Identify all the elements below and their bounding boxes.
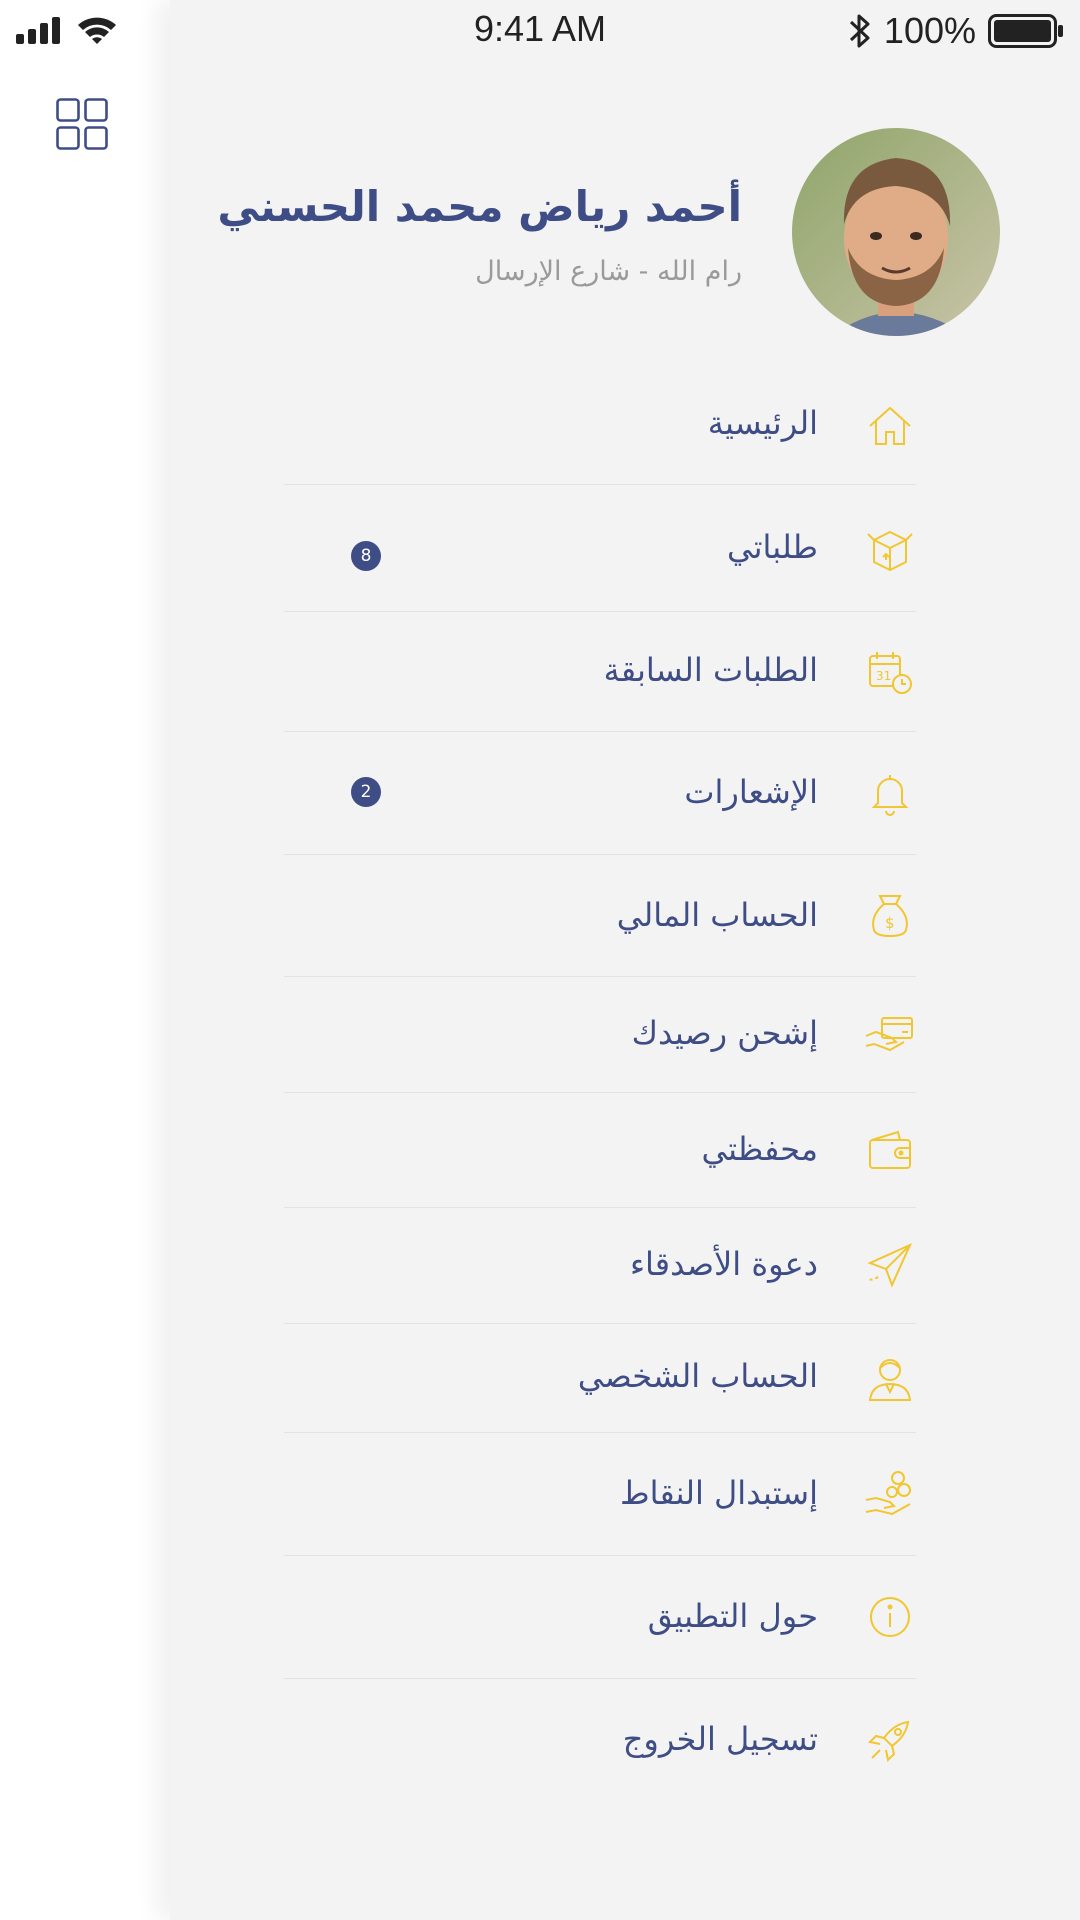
menu-item-label: تسجيل الخروج [622,1720,818,1758]
money-bag-icon: $ [872,895,908,938]
avatar[interactable] [792,128,1000,336]
menu-item-label: محفظتي [701,1130,818,1168]
notifications-count-badge: 2 [351,777,381,807]
battery-icon [988,14,1063,48]
menu-item-wallet[interactable]: محفظتي [284,1092,916,1208]
status-bar: 9:41 AM 100% [0,0,1080,64]
menu-item-label: الحساب الشخصي [577,1357,818,1395]
menu-item-top-up-balance[interactable]: إشحن رصيدك [284,976,916,1093]
calendar-clock-icon: 31 [869,652,912,694]
profile-header[interactable]: أحمد رياض محمد الحسني رام الله - شارع ال… [217,128,1000,338]
home-icon [869,406,911,445]
menu-item-about-app[interactable]: حول التطبيق [284,1555,916,1679]
menu-item-label: حول التطبيق [647,1597,818,1635]
grid-menu-button[interactable] [56,98,108,150]
paper-plane-icon [867,1243,912,1288]
user-icon [868,1359,912,1401]
menu-item-orders[interactable]: طلباتي 8 [284,484,916,612]
menu-item-redeem-points[interactable]: إستبدال النقاط [284,1432,916,1556]
svg-text:$: $ [885,914,895,932]
user-name: أحمد رياض محمد الحسني [217,182,742,231]
bell-icon [871,775,909,816]
menu-item-logout[interactable]: تسجيل الخروج [284,1678,916,1801]
bluetooth-icon [849,14,870,48]
page-underlay [0,0,170,1920]
menu-item-label: إستبدال النقاط [620,1474,818,1512]
info-icon [870,1597,910,1637]
menu-item-profile[interactable]: الحساب الشخصي [284,1323,916,1433]
menu-item-label: الرئيسية [707,404,818,442]
coins-hand-icon [865,1471,911,1516]
menu-item-label: الحساب المالي [616,896,818,934]
menu-item-label: طلباتي [726,528,818,566]
menu-item-financial-account[interactable]: $ الحساب المالي [284,854,916,977]
battery-percent: 100% [883,10,976,51]
card-hand-icon [865,1017,913,1052]
menu-item-previous-orders[interactable]: 31 الطلبات السابقة [284,611,916,732]
menu-item-label: الإشعارات [684,773,818,811]
menu-item-home[interactable]: الرئيسية [284,366,916,485]
user-location: رام الله - شارع الإرسال [475,256,742,287]
menu-item-label: إشحن رصيدك [631,1014,818,1052]
menu-item-notifications[interactable]: الإشعارات 2 [284,731,916,855]
wallet-icon [869,1130,911,1169]
menu-item-label: الطلبات السابقة [603,651,818,689]
menu-item-invite-friends[interactable]: دعوة الأصدقاء [284,1207,916,1324]
orders-count-badge: 8 [351,541,381,571]
menu-item-label: دعوة الأصدقاء [629,1245,818,1283]
svg-text:31: 31 [876,669,891,683]
rocket-icon [867,1720,910,1763]
status-right: 100% [848,10,1064,52]
box-icon [867,530,913,572]
